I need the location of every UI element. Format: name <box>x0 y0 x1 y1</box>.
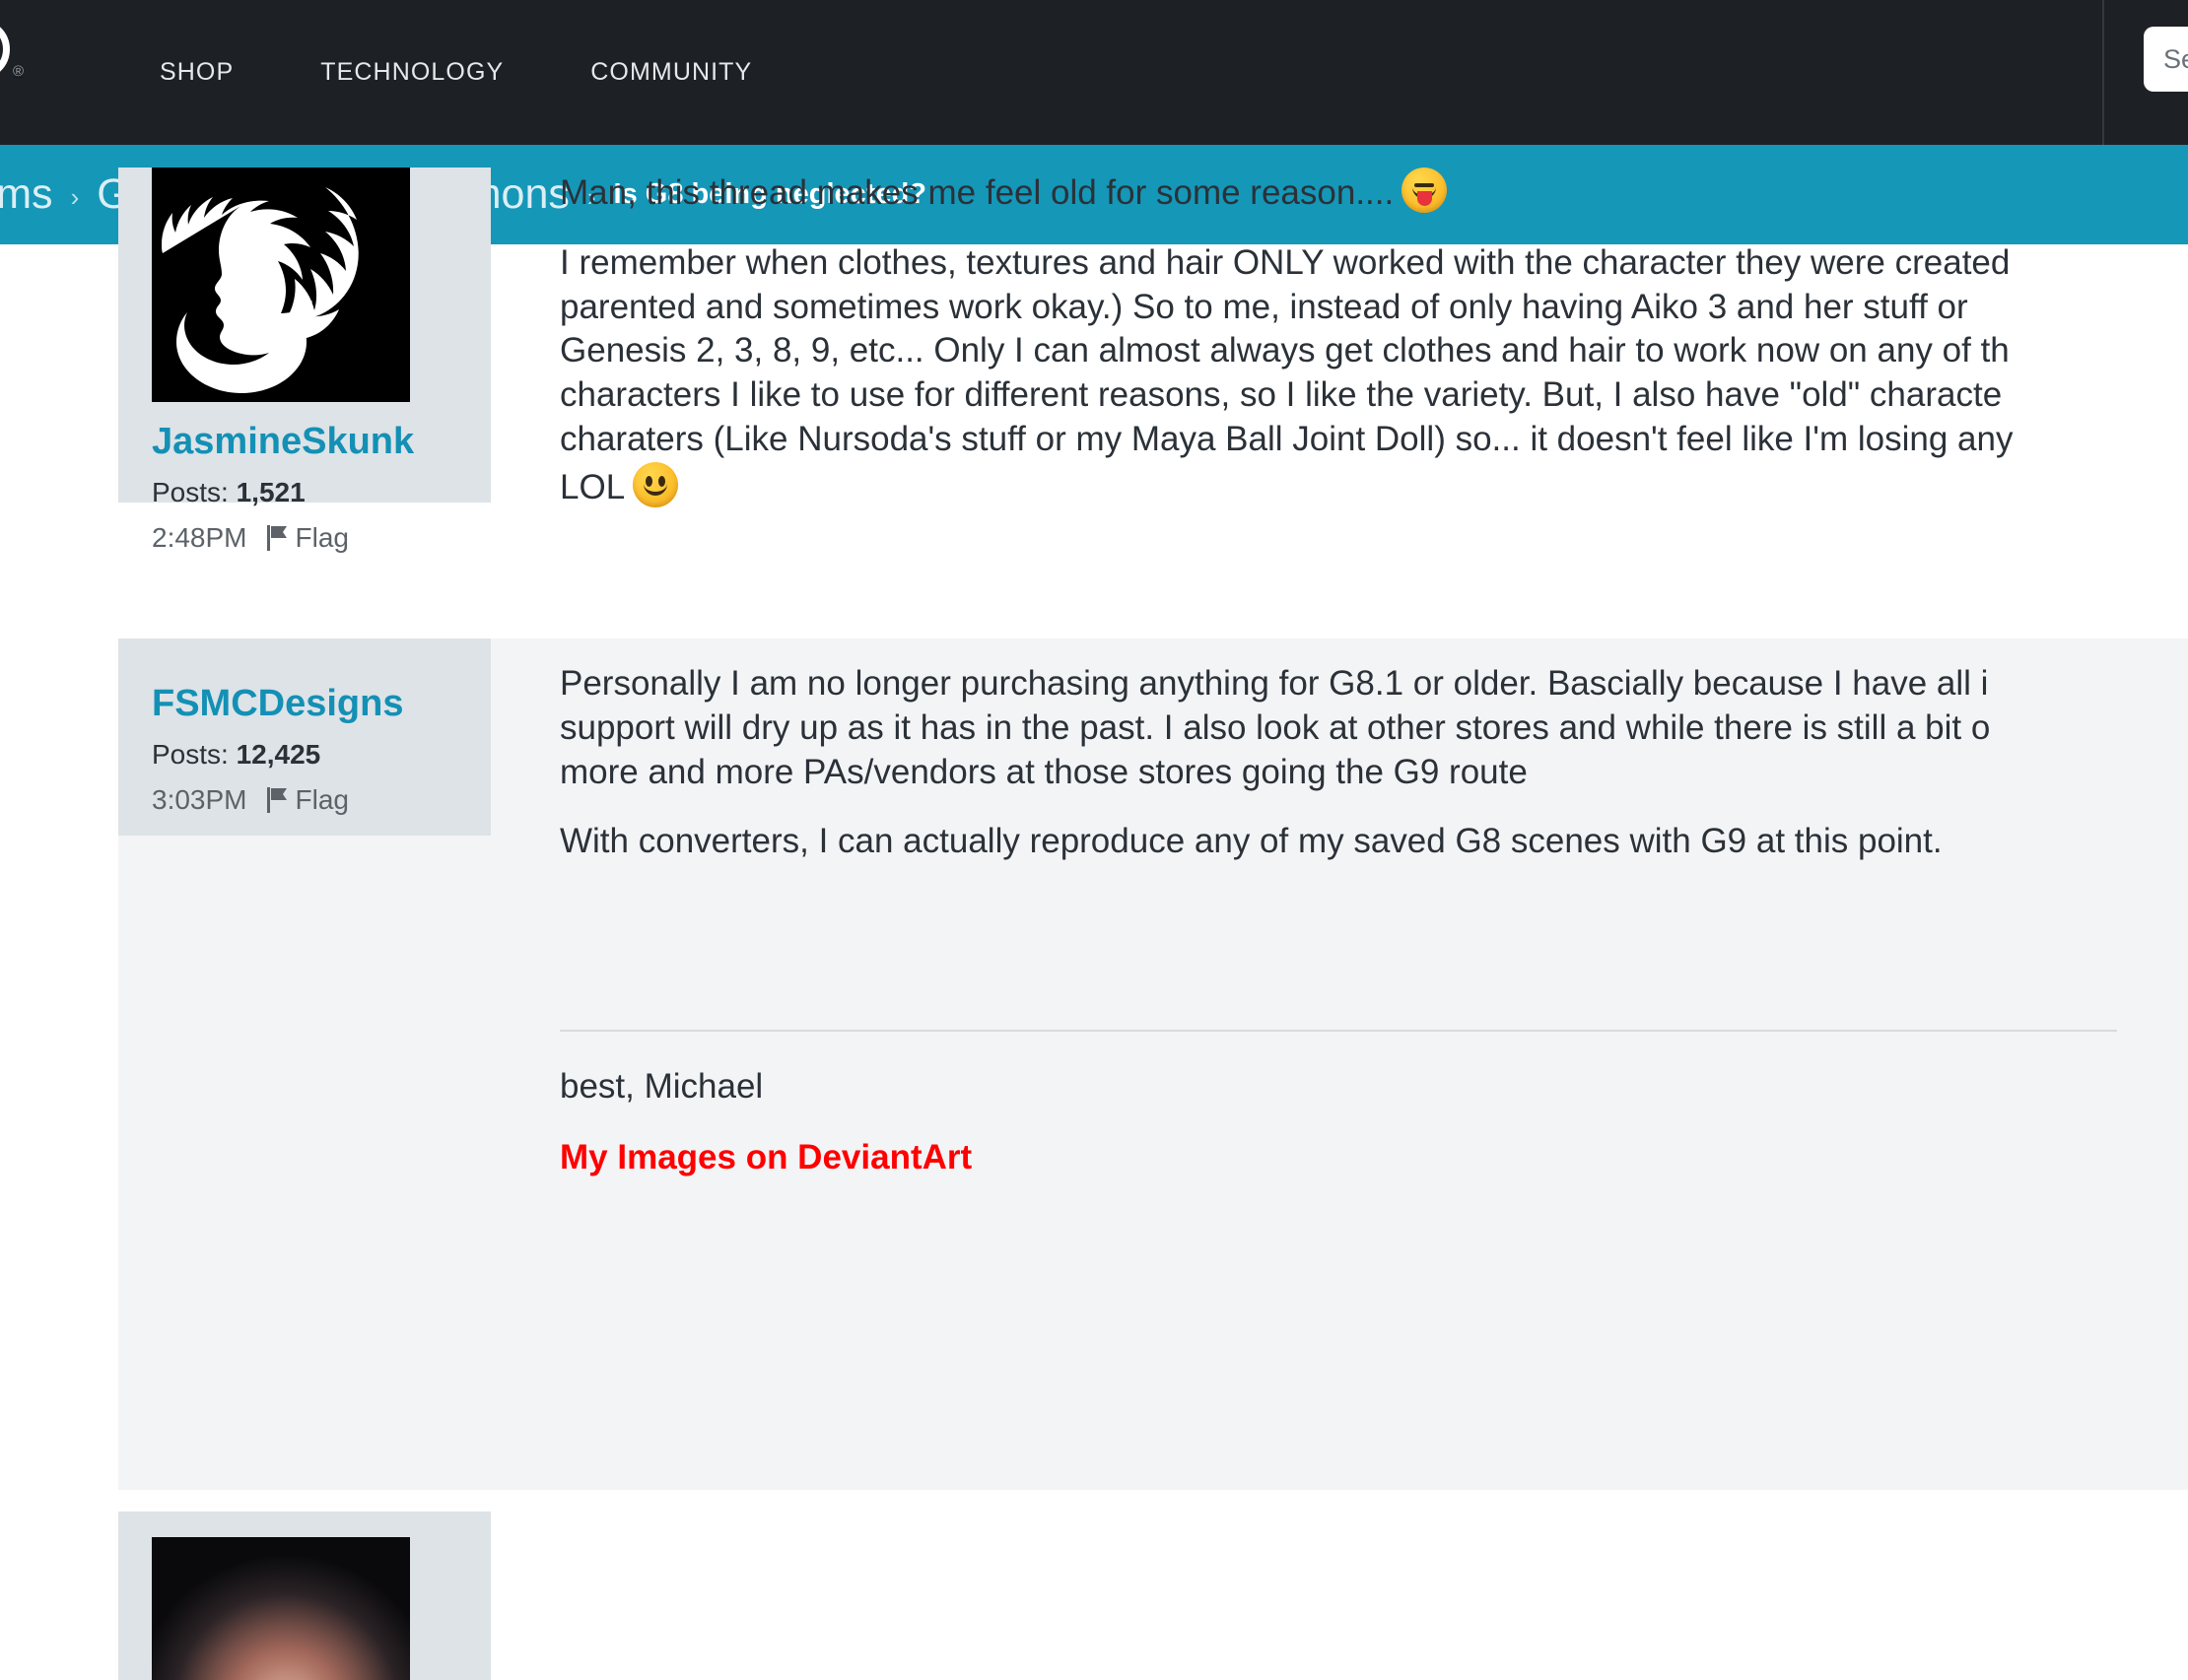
avatar-planet[interactable] <box>152 1537 410 1680</box>
post-paragraph: characters I like to use for different r… <box>560 373 2188 418</box>
author-link[interactable]: JasmineSkunk <box>152 422 457 463</box>
post-time: 3:03PM <box>152 784 247 816</box>
avatar-woman-silhouette[interactable] <box>152 168 410 402</box>
site-header: ® SHOP TECHNOLOGY COMMUNITY <box>0 0 2188 145</box>
post-body: Personally I am no longer purchasing any… <box>491 662 2188 1177</box>
breadcrumb-item-forums[interactable]: rums <box>0 170 53 219</box>
post-paragraph: LOL <box>560 462 2188 510</box>
logo-d-icon <box>0 19 10 80</box>
post-author-panel: FSMCDesigns Posts: 12,425 3:03PM Flag <box>118 638 491 836</box>
signature-text: best, Michael <box>560 1065 2188 1109</box>
nav-item-community[interactable]: COMMUNITY <box>547 58 795 87</box>
post-body: Man, this thread makes me feel old for s… <box>491 168 2188 536</box>
post-author-meta: FSMCDesigns Posts: 12,425 3:03PM Flag <box>118 638 491 816</box>
post-time: 2:48PM <box>152 522 247 554</box>
flag-icon <box>267 525 289 551</box>
post-signature: best, Michael My Images on DeviantArt <box>560 1030 2188 1177</box>
registered-mark: ® <box>13 64 24 79</box>
post-count: Posts: 12,425 <box>152 739 457 771</box>
post-count-label: Posts: <box>152 739 229 770</box>
post-paragraph: Man, this thread makes me feel old for s… <box>560 168 2188 216</box>
avatar-planet-art <box>152 1537 410 1680</box>
post-count-value: 12,425 <box>237 739 321 770</box>
daz3d-logo[interactable]: ® <box>0 10 57 89</box>
nav-item-technology[interactable]: TECHNOLOGY <box>277 58 547 87</box>
post-count-value: 1,521 <box>237 477 306 507</box>
post-author-panel: JasmineSkunk Posts: 1,521 2:48PM Flag <box>118 168 491 503</box>
thread-posts: JasmineSkunk Posts: 1,521 2:48PM Flag <box>0 244 2188 1680</box>
post-author-panel <box>118 1512 491 1680</box>
main-nav: SHOP TECHNOLOGY COMMUNITY <box>116 0 795 145</box>
post-count-label: Posts: <box>152 477 229 507</box>
paragraph-text: LOL <box>560 468 625 506</box>
signature-link-deviantart[interactable]: My Images on DeviantArt <box>560 1138 972 1177</box>
post-paragraph: parented and sometimes work okay.) So to… <box>560 286 2188 330</box>
post-paragraph: Genesis 2, 3, 8, 9, etc... Only I can al… <box>560 329 2188 373</box>
smiley-emoji-icon <box>633 462 678 507</box>
post-paragraph: With converters, I can actually reproduc… <box>560 820 2188 864</box>
post-paragraph: support will dry up as it has in the pas… <box>560 706 2188 751</box>
post-paragraph: Personally I am no longer purchasing any… <box>560 662 2188 706</box>
signature-divider <box>560 1030 2117 1032</box>
post-paragraph: more and more PAs/vendors at those store… <box>560 751 2188 795</box>
post-author-meta: JasmineSkunk Posts: 1,521 2:48PM Flag <box>118 422 491 554</box>
paragraph-text: Man, this thread makes me feel old for s… <box>560 173 1394 212</box>
avatar-silhouette-art <box>152 168 410 402</box>
post-paragraph: charaters (Like Nursoda's stuff or my Ma… <box>560 418 2188 462</box>
post-paragraph: I remember when clothes, textures and ha… <box>560 241 2188 286</box>
post-count: Posts: 1,521 <box>152 477 457 508</box>
flag-label: Flag <box>296 522 349 554</box>
tongue-out-emoji-icon <box>1402 168 1447 213</box>
nav-item-shop[interactable]: SHOP <box>116 58 277 87</box>
flag-button[interactable]: Flag <box>267 522 349 554</box>
breadcrumb-separator: › <box>71 176 80 213</box>
flag-icon <box>267 787 289 813</box>
search-input[interactable] <box>2144 27 2188 92</box>
post-time-row: 2:48PM Flag <box>152 522 457 554</box>
flag-label: Flag <box>296 784 349 816</box>
flag-button[interactable]: Flag <box>267 784 349 816</box>
header-divider <box>2102 0 2104 145</box>
author-link[interactable]: FSMCDesigns <box>152 684 457 725</box>
post-time-row: 3:03PM Flag <box>152 784 457 816</box>
